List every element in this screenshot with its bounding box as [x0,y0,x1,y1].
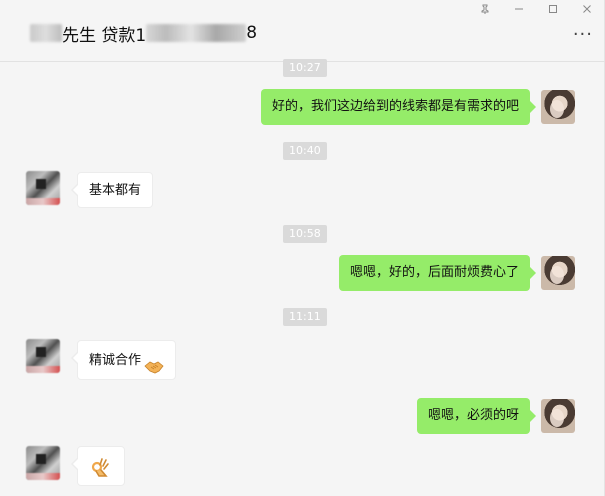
chat-window: 先生 贷款1 8 ··· 10:27 好的，我们这边给到的线索都是有需求的吧 1… [0,0,605,496]
message-bubble-sent[interactable]: 好的，我们这边给到的线索都是有需求的吧 [260,89,537,125]
message-row-received [0,446,605,486]
timestamp: 10:58 [283,225,327,243]
contact-avatar[interactable] [26,446,60,480]
my-avatar[interactable] [541,256,575,290]
chat-title: 先生 贷款1 8 [30,22,258,46]
chat-title-end: 8 [246,23,258,43]
pin-icon[interactable] [468,0,502,18]
timestamp: 10:27 [283,59,327,77]
message-bubble-sent[interactable]: 嗯嗯，必须的呀 [416,398,537,434]
contact-avatar[interactable] [26,171,60,205]
message-text: 精诚合作 [89,353,142,368]
message-row-received: 基本都有 [0,171,605,208]
contact-avatar[interactable] [26,339,60,373]
message-row-sent: 嗯嗯，必须的呀 [0,398,605,434]
maximize-icon[interactable] [536,0,570,18]
minimize-icon[interactable] [502,0,536,18]
message-bubble-received[interactable]: 基本都有 [70,172,154,208]
message-row-sent: 好的，我们这边给到的线索都是有需求的吧 [0,89,605,125]
message-bubble-received[interactable] [71,446,125,486]
close-icon[interactable] [570,0,604,18]
timestamp: 11:11 [283,308,327,326]
my-avatar[interactable] [541,90,575,124]
redacted-name [30,24,62,42]
redacted-phone [146,24,247,42]
message-bubble-received[interactable]: 精诚合作 [70,340,177,380]
chat-title-middle: 先生 贷款1 [62,25,147,46]
ok-hand-icon [90,455,112,477]
my-avatar[interactable] [541,399,575,433]
timestamp: 10:40 [283,142,327,160]
more-options-button[interactable]: ··· [573,26,593,44]
handshake-icon [144,352,164,373]
message-row-received: 精诚合作 [0,339,605,380]
message-bubble-sent[interactable]: 嗯嗯，好的，后面耐烦费心了 [338,255,537,291]
message-row-sent: 嗯嗯，好的，后面耐烦费心了 [0,255,605,291]
window-controls [468,0,604,18]
